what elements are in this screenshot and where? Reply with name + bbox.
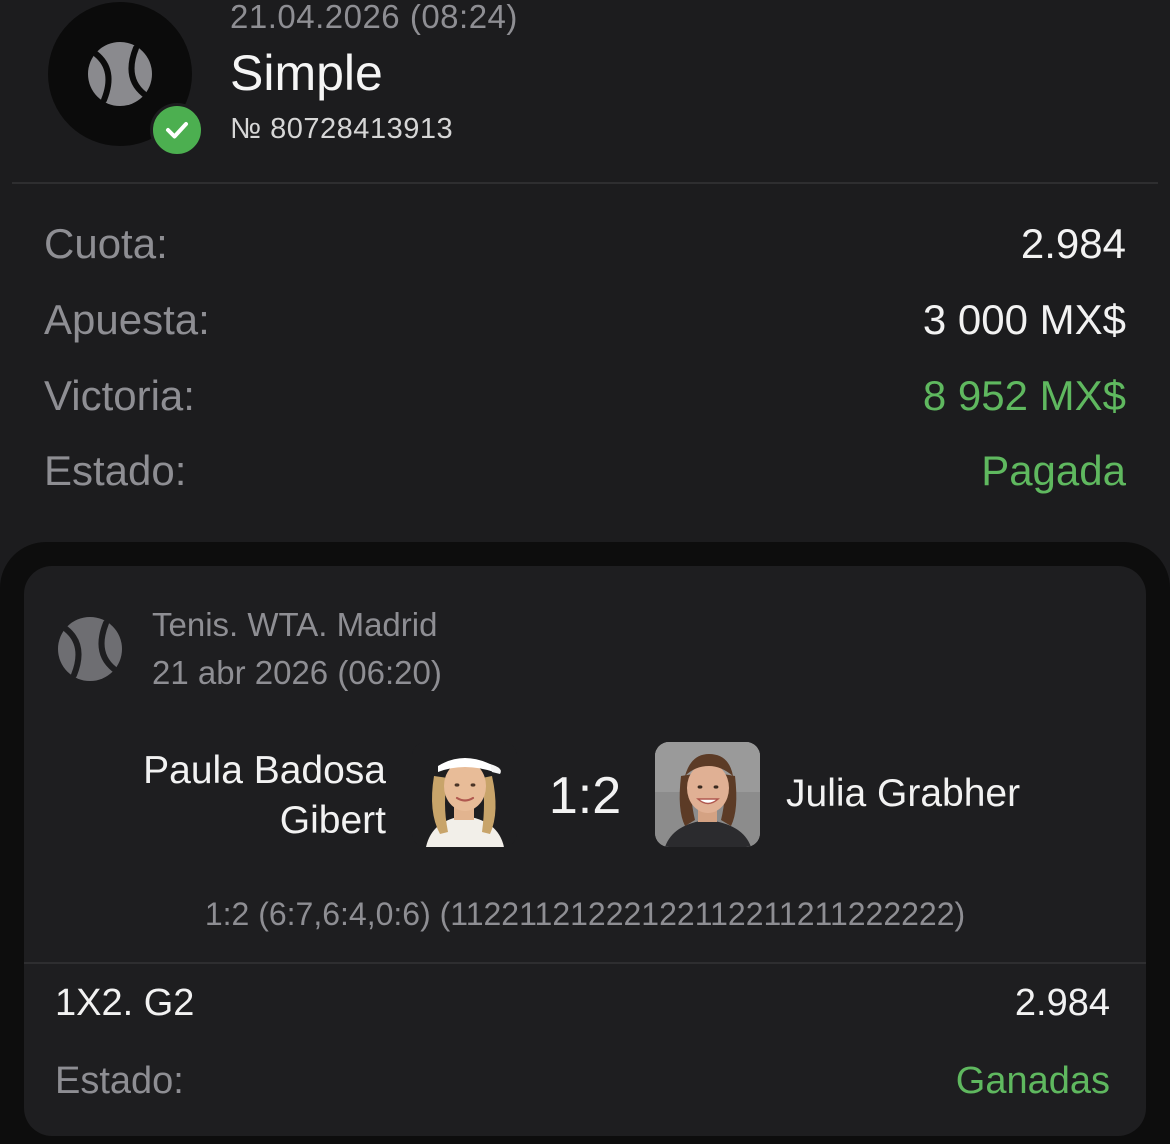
player1-name-line1: Paula Badosa bbox=[143, 749, 386, 792]
player2-avatar bbox=[655, 742, 760, 847]
event-date: 21 abr 2026 (06:20) bbox=[152, 654, 442, 691]
status-row: Estado: Pagada bbox=[44, 441, 1126, 501]
market-odds: 2.984 bbox=[1014, 982, 1110, 1024]
stake-value: 3 000 MX$ bbox=[922, 296, 1126, 343]
win-label: Victoria: bbox=[44, 372, 195, 419]
tennis-ball-icon bbox=[88, 42, 152, 106]
bet-datetime: 21.04.2026 (08:24) bbox=[230, 0, 518, 35]
status-value: Pagada bbox=[981, 447, 1126, 494]
odds-label: Cuota: bbox=[44, 220, 168, 267]
check-badge bbox=[150, 103, 204, 157]
player2-name: Julia Grabher bbox=[786, 772, 1021, 815]
check-icon bbox=[166, 122, 188, 139]
stake-label: Apuesta: bbox=[44, 296, 210, 343]
selection-status-value: Ganadas bbox=[955, 1060, 1110, 1102]
divider bbox=[24, 962, 1146, 964]
odds-row: Cuota: 2.984 bbox=[44, 214, 1126, 274]
bet-type-title: Simple bbox=[230, 45, 383, 101]
stake-row: Apuesta: 3 000 MX$ bbox=[44, 290, 1126, 350]
ticket-number: № 80728413913 bbox=[230, 113, 454, 145]
selection-status-row: Estado: Ganadas bbox=[55, 1060, 1110, 1103]
bet-details-page: 21.04.2026 (08:24) Simple № 80728413913 … bbox=[0, 0, 1170, 1144]
player1-avatar bbox=[412, 742, 517, 847]
divider bbox=[12, 182, 1158, 184]
status-label: Estado: bbox=[44, 447, 187, 494]
match-detail: 1:2 (6:7,6:4,0:6) (112211212221221122112… bbox=[204, 896, 966, 932]
event-card[interactable] bbox=[24, 566, 1146, 1136]
odds-value: 2.984 bbox=[1020, 220, 1126, 267]
market-name: 1X2. G2 bbox=[55, 982, 195, 1024]
player1-name-line2: Gibert bbox=[279, 799, 386, 842]
win-value: 8 952 MX$ bbox=[922, 372, 1126, 419]
selection-status-label: Estado: bbox=[55, 1060, 184, 1102]
tennis-ball-icon bbox=[58, 617, 122, 681]
player1-name: Paula Badosa Gibert bbox=[60, 746, 386, 846]
match-score: 1:2 bbox=[548, 767, 622, 825]
win-row: Victoria: 8 952 MX$ bbox=[44, 366, 1126, 426]
selection-row: 1X2. G2 2.984 bbox=[55, 982, 1110, 1025]
event-league: Tenis. WTA. Madrid bbox=[152, 606, 438, 643]
